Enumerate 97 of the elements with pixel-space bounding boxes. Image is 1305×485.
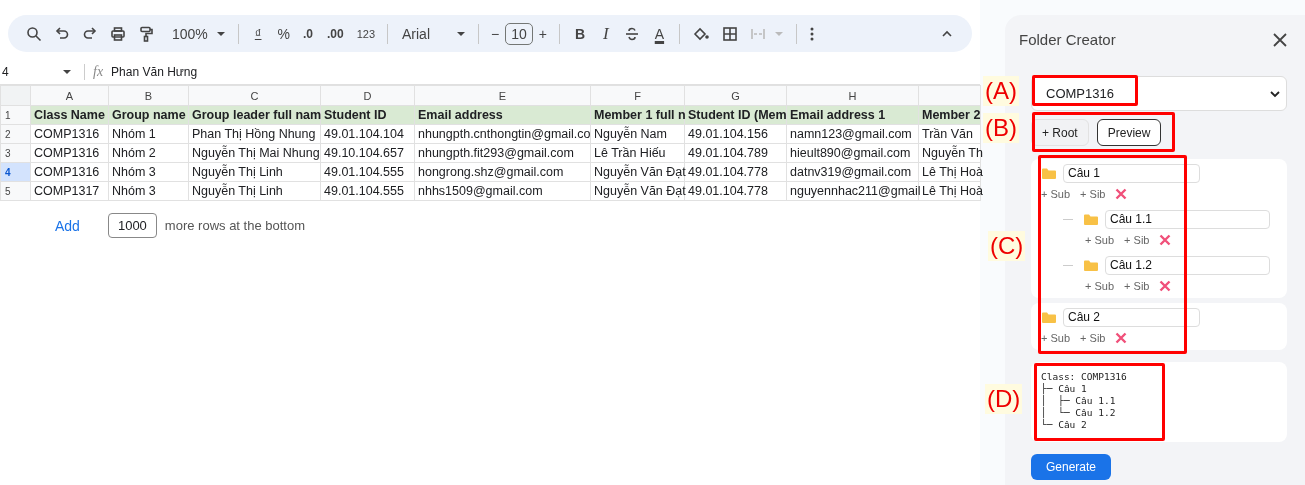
decrease-size-button[interactable]: − (485, 19, 506, 48)
add-sub-button[interactable]: + Sub (1085, 280, 1115, 292)
row-count-field[interactable]: 1000 (107, 213, 157, 238)
annotation-label: (A) (983, 76, 1019, 106)
panel-title: Folder Creator (1019, 31, 1116, 48)
table-cell: Nguyễn Nam (590, 124, 685, 144)
chevron-down-icon (1270, 89, 1280, 98)
italic-button[interactable]: I (594, 19, 618, 48)
preview-button[interactable]: Preview (1096, 119, 1162, 146)
add-sibling-button[interactable]: + Sib (1080, 332, 1106, 344)
preview-line: └─ Câu 2 (1041, 419, 1087, 430)
preview-line: │ ├─ Câu 1.1 (1041, 395, 1116, 406)
table-cell: namn123@gmail.com (786, 124, 919, 144)
add-rows-button[interactable]: Add (55, 217, 80, 234)
table-cell: COMP1316 (30, 143, 109, 163)
text-color-button[interactable]: A (645, 19, 674, 48)
column-letter[interactable]: H (786, 85, 919, 106)
table-cell: datnv319@gmail.com (786, 162, 919, 182)
table-cell: nhungpth.fit293@gmail.com (414, 143, 591, 163)
add-root-button[interactable]: + Root (1031, 119, 1089, 146)
table-cell: Nhóm 3 (108, 162, 189, 182)
zoom-select[interactable]: 100% (160, 19, 214, 48)
table-cell: Lê Trần Hiếu (590, 143, 685, 163)
table-cell: Nguyễn Văn Đạt (590, 181, 685, 201)
table-cell: COMP1317 (30, 181, 109, 201)
table-cell: 49.01.104.156 (684, 124, 787, 144)
table-cell: 49.10.104.657 (320, 143, 415, 163)
annotation-label: (D) (985, 384, 1023, 414)
table-cell: Trần Văn (918, 124, 981, 144)
table-cell: Nguyễn Thị Linh (188, 181, 321, 201)
folder-name-field[interactable]: Câu 2 (1063, 307, 1200, 327)
cell-reference[interactable]: 4 (0, 65, 60, 79)
table-cell: 49.01.104.555 (320, 181, 415, 201)
select-value: COMP1316 (1046, 86, 1114, 101)
font-select[interactable]: Arial (394, 19, 454, 48)
currency-button[interactable]: ₫ (244, 19, 272, 48)
table-cell: 49.01.104.555 (320, 162, 415, 182)
increase-decimals-button[interactable]: .00 (319, 19, 351, 48)
add-rows-label: more rows at the bottom (164, 218, 305, 233)
annotation-label: (B) (983, 113, 1019, 143)
delete-icon[interactable] (1159, 234, 1172, 246)
formula-field[interactable]: Phan Văn Hưng (111, 65, 198, 79)
delete-icon[interactable] (1115, 332, 1128, 344)
folder-icon (1041, 166, 1057, 180)
table-cell: nhungpth.cnthongtin@gmail.co (414, 124, 591, 144)
delete-icon[interactable] (1115, 188, 1128, 200)
decrease-decimals-button[interactable]: .0 (295, 19, 320, 48)
table-cell: COMP1316 (30, 162, 109, 182)
add-sibling-button[interactable]: + Sib (1080, 188, 1106, 200)
add-sibling-button[interactable]: + Sib (1124, 280, 1150, 292)
add-sub-button[interactable]: + Sub (1085, 234, 1115, 246)
table-cell: Nhóm 2 (108, 143, 189, 163)
table-cell: hongrong.shz@gmail.com (414, 162, 591, 182)
column-letter[interactable]: C (188, 85, 321, 106)
table-cell: COMP1316 (30, 124, 109, 144)
column-letter[interactable]: G (684, 85, 787, 106)
bold-button[interactable]: B (565, 19, 595, 48)
table-cell: Nguyễn Th (918, 143, 981, 163)
preview-line: Class: COMP1316 (1041, 371, 1127, 382)
column-letter[interactable]: D (320, 85, 415, 106)
column-letter[interactable]: F (590, 85, 685, 106)
font-size-field[interactable]: 10 (505, 22, 533, 45)
close-icon[interactable] (1273, 32, 1287, 47)
preview-line: ├─ Câu 1 (1041, 383, 1087, 394)
annotation-label: (C) (988, 231, 1026, 261)
table-cell: Nguyễn Văn Đạt (590, 162, 685, 182)
table-cell: nguyennhac211@gmail (786, 181, 919, 201)
table-cell: Nguyễn Thị Mai Nhung (188, 143, 321, 163)
column-letter[interactable]: A (30, 85, 109, 106)
increase-size-button[interactable]: + (532, 19, 553, 48)
table-cell: hieult890@gmail.com (786, 143, 919, 163)
table-cell: nhhs1509@gmail.com (414, 181, 591, 201)
folder-icon (1083, 258, 1099, 272)
folder-icon (1083, 212, 1099, 226)
table-cell: 49.01.104.789 (684, 143, 787, 163)
percent-button[interactable]: % (271, 19, 296, 48)
add-sub-button[interactable]: + Sub (1041, 188, 1071, 200)
table-cell: Nguyễn Thị Linh (188, 162, 321, 182)
table-cell: Nhóm 1 (108, 124, 189, 144)
table-cell: Nhóm 3 (108, 181, 189, 201)
folder-name-field[interactable]: Câu 1.2 (1105, 255, 1270, 275)
folder-icon (1041, 310, 1057, 324)
folder-name-field[interactable]: Câu 1.1 (1105, 209, 1270, 229)
function-label: fx (93, 64, 104, 80)
generate-button[interactable]: Generate (1031, 454, 1112, 480)
add-sibling-button[interactable]: + Sib (1124, 234, 1150, 246)
folder-name-field[interactable]: Câu 1 (1063, 163, 1200, 183)
column-letter[interactable]: E (414, 85, 591, 106)
preview-line: │ └─ Câu 1.2 (1041, 407, 1116, 418)
number-format-button[interactable]: 123 (350, 19, 381, 48)
column-letter[interactable]: B (108, 85, 189, 106)
table-cell: Lê Thị Hoà (918, 162, 981, 182)
table-cell: Phan Thị Hồng Nhung (188, 124, 321, 144)
class-select[interactable]: COMP1316 (1031, 76, 1287, 111)
delete-icon[interactable] (1159, 280, 1172, 292)
add-sub-button[interactable]: + Sub (1041, 332, 1071, 344)
table-cell: 49.01.104.104 (320, 124, 415, 144)
